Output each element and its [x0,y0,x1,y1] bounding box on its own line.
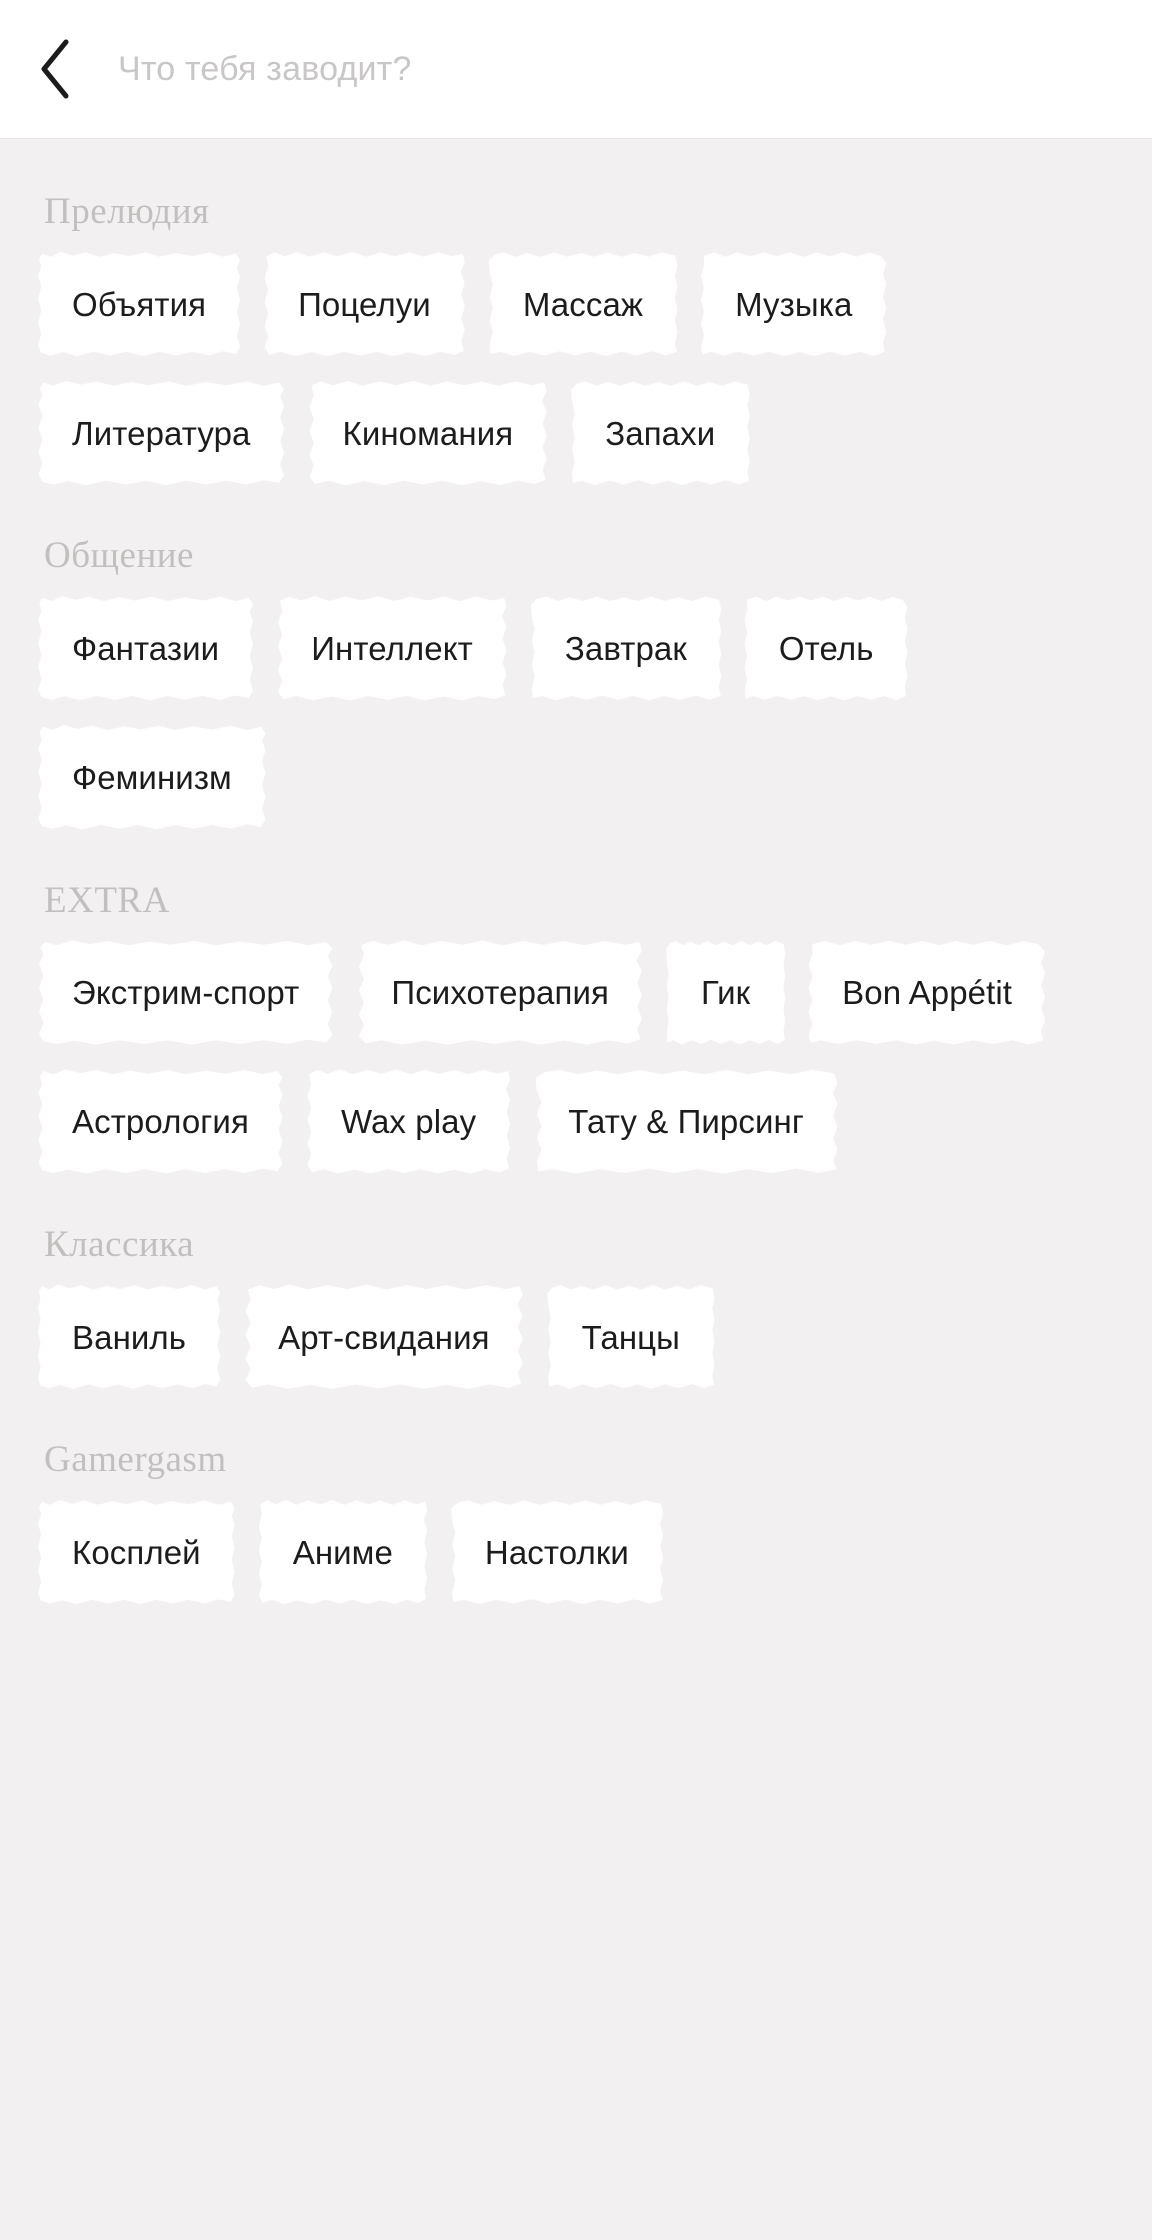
interest-chip[interactable]: Косплей [36,1498,237,1606]
section-title: Общение [44,535,194,577]
chip-row: Объятия Поцелуи Массаж Музыка Литература Кино… [0,243,1152,501]
chip-label: Интеллект [311,630,473,667]
interest-chip[interactable]: Тату & Пирсинг [532,1068,840,1176]
chip-label: Wax play [340,1103,477,1141]
interest-chip[interactable]: Литература [36,379,287,487]
torn-paper-background: Экстрим-спорт [38,940,333,1045]
torn-paper-background: Литература [38,380,284,486]
section-title: EXTRA [44,879,170,921]
chip-label: Психотерапия [391,974,609,1012]
interest-chip[interactable]: Завтрак [529,595,723,703]
torn-paper-background: Wax play [307,1069,511,1174]
torn-paper-background: Гик [666,940,786,1045]
torn-paper-background: Запахи [571,381,750,486]
chip-label: Танцы [581,1318,680,1356]
chip-label: Тату & Пирсинг [568,1103,804,1141]
chip-label: Косплей [72,1533,201,1571]
interest-chip[interactable]: Поцелуи [262,250,467,358]
interest-chip[interactable]: Запахи [569,379,751,487]
torn-paper-background: Тату & Пирсинг [535,1069,838,1174]
interest-chip[interactable]: Музыка [699,250,888,358]
chip-row: Фантазии Интеллект Завтрак Отель Феминизм [0,588,1152,846]
chip-label: Феминизм [72,759,232,796]
chip-label: Объятия [72,285,207,323]
interest-chip[interactable]: Массаж [487,250,679,358]
chip-label: Киномания [342,414,514,452]
torn-paper-background: Интеллект [278,596,507,701]
interest-section: Прелюдия Объятия Поцелуи Массаж Музыка Литера… [0,167,1152,511]
interest-chip[interactable]: Арт-свидания [242,1283,526,1391]
interest-chip[interactable]: Экстрим-спорт [36,939,335,1047]
chip-label: Ваниль [72,1318,187,1356]
torn-paper-background: Астрология [38,1069,283,1174]
chip-label: Аниме [292,1533,393,1571]
chip-label: Bon Appétit [842,974,1013,1012]
torn-paper-background: Аниме [258,1499,428,1605]
interest-chip[interactable]: Гик [665,939,786,1047]
interest-chip[interactable]: Wax play [305,1068,512,1176]
interest-chip[interactable]: Астрология [36,1068,285,1176]
interest-section: Gamergasm Косплей Аниме Настолки [0,1415,1152,1630]
torn-paper-background: Психотерапия [358,940,643,1045]
chip-label: Арт-свидания [278,1318,490,1356]
interest-chip[interactable]: Танцы [546,1283,716,1391]
chip-label: Гик [700,974,751,1012]
chip-row: Экстрим-спорт Психотерапия Гик Bon Appétit А… [0,932,1152,1190]
chip-label: Экстрим-спорт [72,974,300,1012]
chip-row: Ваниль Арт-свидания Танцы [0,1276,1152,1405]
interests-list: Прелюдия Объятия Поцелуи Массаж Музыка Литера… [0,139,1152,1690]
app-header: Что тебя заводит? [0,0,1152,139]
torn-paper-background: Объятия [38,251,241,357]
chip-label: Астрология [72,1103,249,1141]
chip-label: Массаж [522,285,644,323]
interest-section: EXTRA Экстрим-спорт Психотерапия Гик Bon App… [0,856,1152,1200]
interest-chip[interactable]: Настолки [449,1498,665,1606]
torn-paper-background: Отель [744,596,908,701]
interest-chip[interactable]: Аниме [257,1498,429,1606]
torn-paper-background: Завтрак [530,596,722,701]
interest-chip[interactable]: Фантазии [36,595,255,703]
interest-section: Общение Фантазии Интеллект Завтрак Отель Феми… [0,511,1152,855]
torn-paper-background: Настолки [451,1500,664,1605]
chip-row: Косплей Аниме Настолки [0,1491,1152,1620]
chip-label: Литература [72,414,251,452]
torn-paper-background: Массаж [488,252,678,357]
interest-chip[interactable]: Интеллект [275,595,509,703]
interest-chip[interactable]: Психотерапия [355,939,645,1047]
torn-paper-background: Танцы [547,1285,715,1389]
interests-screen: Что тебя заводит? Прелюдия Объятия Поцелуи… [0,0,1152,2240]
chip-label: Настолки [484,1533,629,1571]
chip-label: Музыка [735,285,853,323]
torn-paper-background: Ваниль [37,1284,221,1389]
torn-paper-background: Поцелуи [264,251,465,357]
interest-section: Классика Ваниль Арт-свидания Танцы [0,1200,1152,1415]
torn-paper-background: Арт-свидания [245,1284,523,1389]
chip-label: Отель [778,630,874,667]
interest-chip[interactable]: Объятия [36,250,242,358]
chip-label: Запахи [605,414,716,452]
torn-paper-background: Музыка [700,252,887,357]
interest-chip[interactable]: Киномания [307,379,550,487]
section-title: Классика [44,1223,195,1265]
interest-chip[interactable]: Отель [743,595,910,703]
torn-paper-background: Киномания [309,380,547,486]
chip-label: Фантазии [72,630,220,667]
torn-paper-background: Косплей [38,1499,235,1605]
section-title: Gamergasm [44,1439,227,1480]
interest-chip[interactable]: Bon Appétit [806,939,1048,1047]
torn-paper-background: Феминизм [38,725,266,830]
torn-paper-background: Фантазии [38,596,254,701]
chip-label: Поцелуи [298,285,431,323]
interest-chip[interactable]: Ваниль [36,1283,222,1391]
page-title: Что тебя заводит? [118,49,412,88]
interest-chip[interactable]: Феминизм [36,724,268,832]
back-button[interactable] [38,33,94,105]
torn-paper-background: Bon Appétit [808,940,1046,1045]
chevron-left-icon [38,38,72,100]
chip-label: Завтрак [564,630,687,667]
section-title: Прелюдия [44,191,210,232]
